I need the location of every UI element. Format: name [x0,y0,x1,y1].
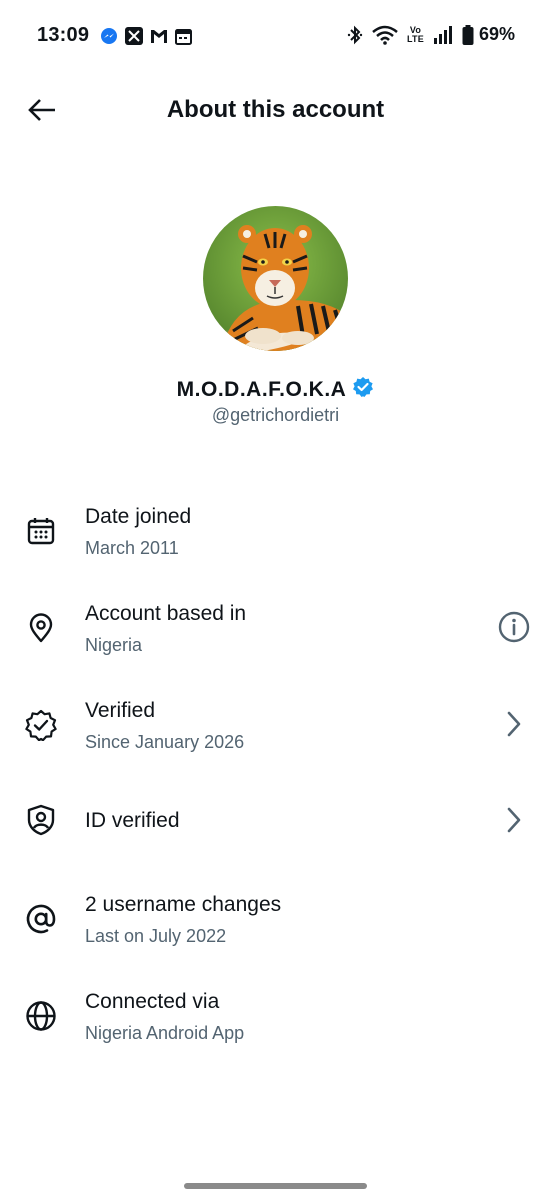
battery-icon [462,24,474,45]
row-subtitle: Nigeria Android App [85,1023,245,1043]
volte-icon: Vo LTE [407,24,424,44]
id-shield-icon [24,803,58,837]
row-title: ID verified [85,809,180,832]
header: About this account [0,80,551,140]
name-row: M.O.D.A.F.O.K.A [0,376,551,403]
row-subtitle: Last on July 2022 [85,926,227,946]
verified-badge-outline-icon [24,708,58,742]
row-title: Account based in [85,602,247,625]
signal-icon [433,25,453,44]
x-icon [125,27,143,45]
page-title: About this account [166,96,385,123]
row-subtitle: March 2011 [85,538,179,558]
battery-percentage: 69% [478,24,515,44]
row-title: Date joined [85,505,192,528]
display-name: M.O.D.A.F.O.K.A [176,377,347,401]
chevron-right-icon[interactable] [497,707,531,741]
status-bar: 13:09 Vo LTE 69% [0,0,551,72]
system-icons: Vo LTE 69% [347,24,515,45]
status-time: 13:09 [37,24,90,46]
info-row-username-changes: 2 username changes Last on July 2022 [0,888,551,978]
calendar-icon [175,28,192,45]
location-pin-icon [24,611,58,645]
tiger-avatar-image [203,206,348,351]
globe-icon [24,999,58,1033]
verified-badge-icon [352,376,374,403]
info-row-id-verified[interactable]: ID verified [0,795,551,885]
messenger-icon [100,27,118,45]
wifi-icon [372,25,398,45]
row-subtitle: Nigeria [85,635,143,655]
info-row-date-joined: Date joined March 2011 [0,500,551,590]
home-indicator[interactable] [184,1183,367,1189]
bluetooth-icon [347,25,363,45]
row-title: 2 username changes [85,893,282,916]
gmail-icon [150,28,168,44]
info-row-verified[interactable]: Verified Since January 2026 [0,694,551,784]
calendar-icon [24,514,58,548]
info-row-connected-via: Connected via Nigeria Android App [0,985,551,1075]
avatar[interactable] [203,206,348,351]
row-title: Connected via [85,990,220,1013]
info-row-account-based-in: Account based in Nigeria [0,597,551,687]
at-sign-icon [24,902,58,936]
notification-icons [100,27,192,45]
row-title: Verified [85,699,156,722]
row-subtitle: Since January 2026 [85,732,245,752]
user-handle: @getrichordietri [211,405,340,425]
chevron-right-icon[interactable] [497,803,531,837]
info-icon[interactable] [497,610,531,644]
